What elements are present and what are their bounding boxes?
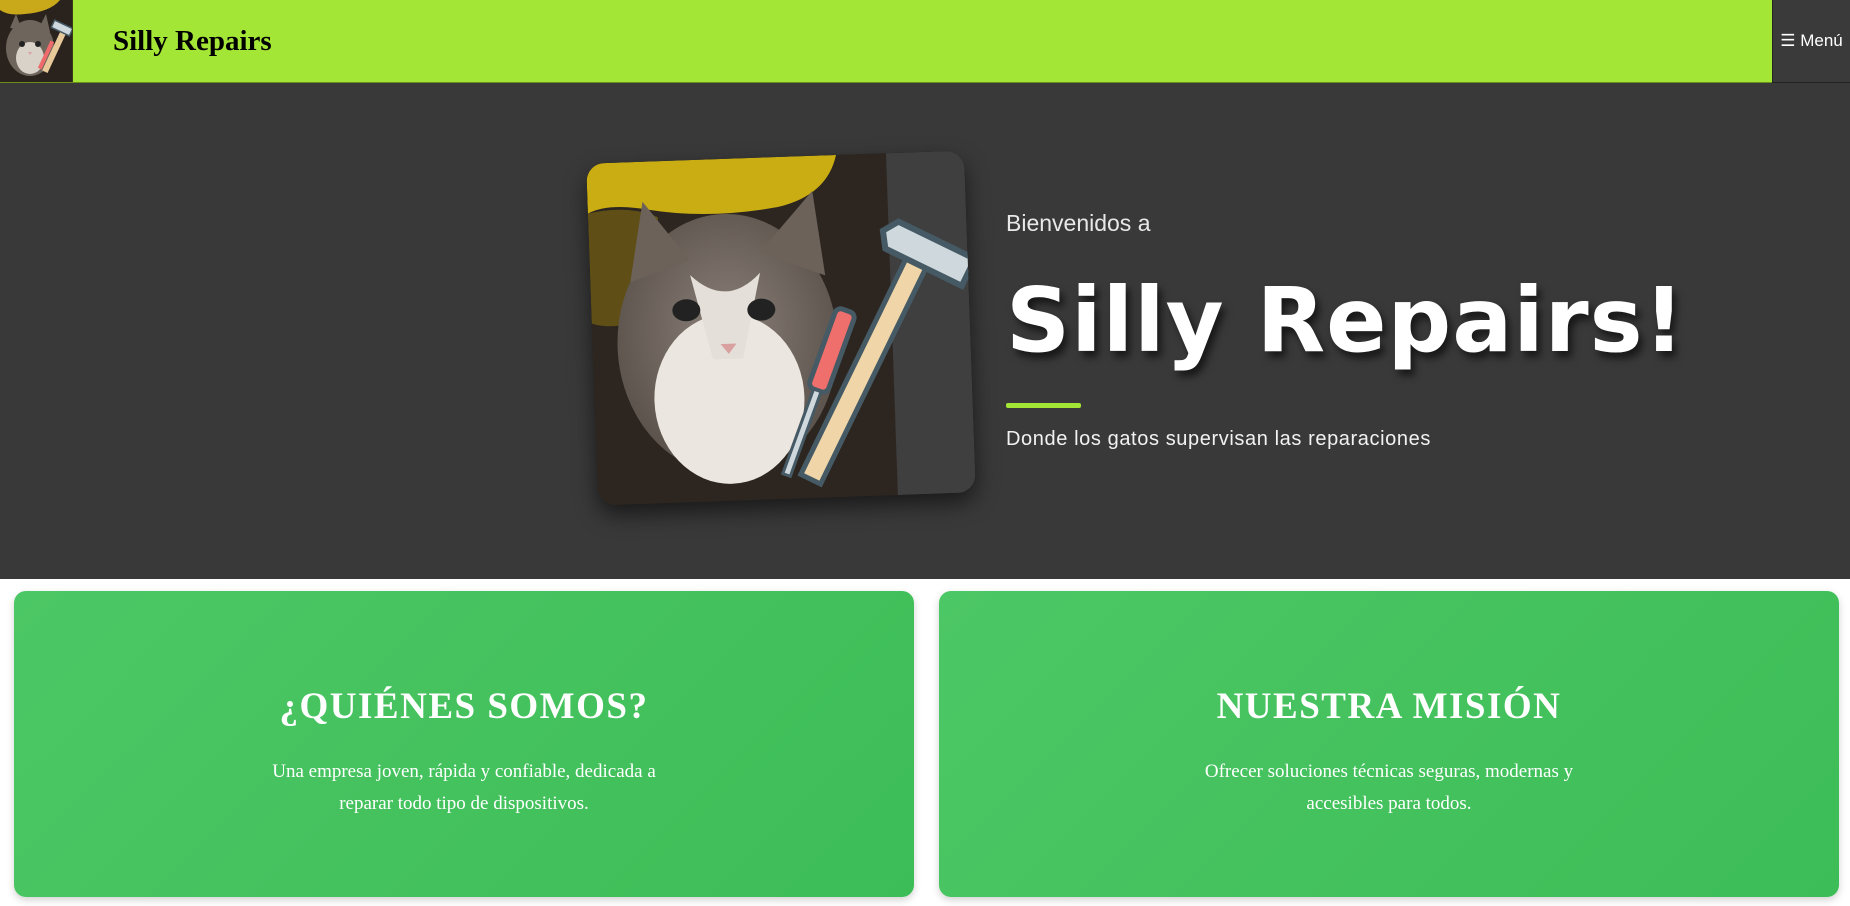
hero-title: Silly Repairs! [1006,268,1686,372]
menu-button[interactable]: ☰ Menú [1772,0,1850,83]
card-about-us: ¿QUIÉNES SOMOS? Una empresa joven, rápid… [14,591,914,897]
site-header: Silly Repairs [0,0,1772,83]
hero-section: Bienvenidos a Silly Repairs! Donde los g… [0,83,1850,579]
card-text: Ofrecer soluciones técnicas seguras, mod… [1204,761,1574,814]
hero-greeting: Bienvenidos a [1006,210,1151,236]
card-mission: NUESTRA MISIÓN Ofrecer soluciones técnic… [939,591,1839,897]
cat-with-tools-icon [586,150,976,506]
logo-image[interactable] [0,0,73,82]
hero-cat-image [586,150,976,506]
brand-name[interactable]: Silly Repairs [113,25,272,58]
card-title: NUESTRA MISIÓN [1216,686,1562,727]
card-title: ¿QUIÉNES SOMOS? [279,686,649,727]
accent-divider [1006,403,1081,408]
card-text: Una empresa joven, rápida y confiable, d… [272,761,656,814]
hero-tagline: Donde los gatos supervisan las reparacio… [1006,428,1431,450]
cat-logo-icon [0,0,72,82]
